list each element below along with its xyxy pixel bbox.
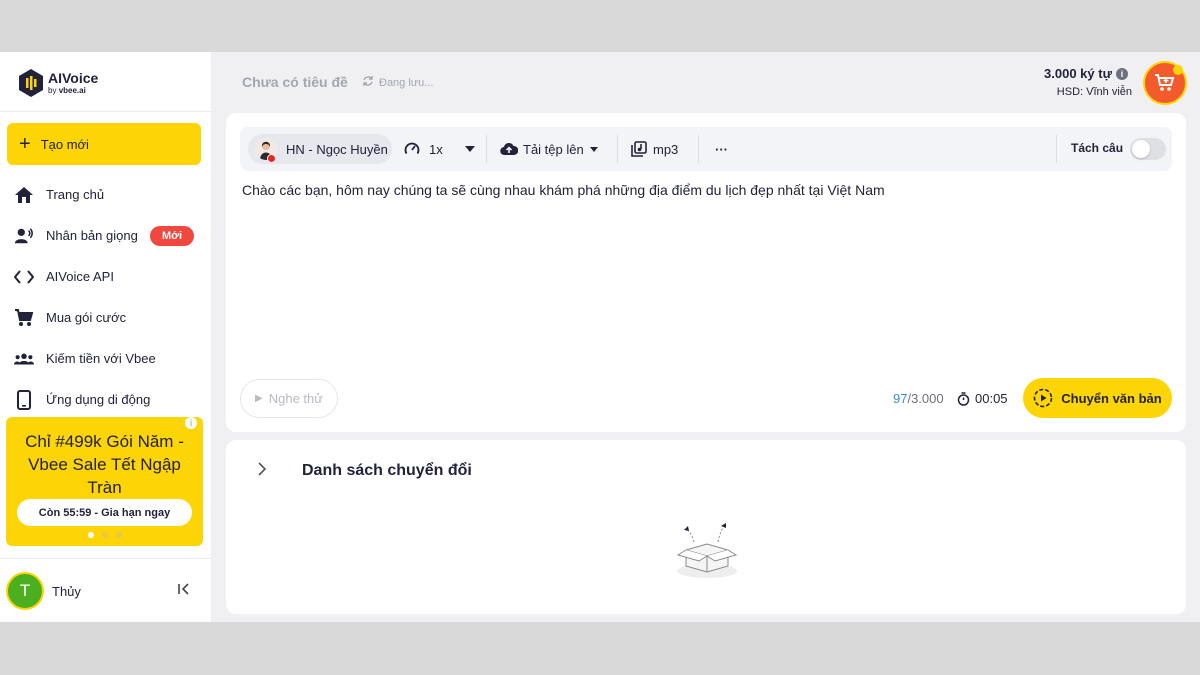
upload-file-button[interactable]: Tải tệp lên [500,134,598,164]
promo-banner[interactable]: i Chỉ #499k Gói Năm - Vbee Sale Tết Ngập… [6,417,203,546]
sidebar: AIVoice by vbee.ai + Tạo mới Trang chủ N… [0,52,212,622]
info-icon[interactable]: i [185,417,197,429]
brand-name: AIVoice [48,69,99,86]
user-name: Thủy [52,583,81,599]
speed-selector[interactable]: 1x [404,134,475,164]
cart-plus-icon [1155,74,1175,91]
sidebar-divider [0,558,212,559]
flag-icon [267,154,276,163]
sidebar-item-earn[interactable]: Kiếm tiền với Vbee [0,338,212,379]
avatar[interactable]: T [6,572,44,610]
sidebar-item-label: Nhân bản giọng [46,228,138,243]
sidebar-item-label: Trang chủ [46,187,105,202]
upload-label: Tải tệp lên [523,141,584,157]
conversion-list-card: Danh sách chuyển đổi [226,440,1186,614]
sidebar-item-buy-plan[interactable]: Mua gói cước [0,297,212,338]
speed-value: 1x [429,141,443,157]
sidebar-divider [0,111,212,112]
phone-icon [14,389,34,410]
promo-text: Chỉ #499k Gói Năm - Vbee Sale Tết Ngập T… [25,432,184,497]
info-icon[interactable]: i [1116,67,1128,80]
conversion-list-title: Danh sách chuyển đổi [302,462,472,479]
convert-text-button[interactable]: Chuyển văn bản [1023,378,1172,418]
sidebar-nav: Trang chủ Nhân bản giọng Mới AIVoice API [0,174,212,420]
brand-logo[interactable]: AIVoice by vbee.ai [18,66,98,100]
buy-cart-button[interactable] [1143,61,1187,105]
create-new-label: Tạo mới [40,136,89,152]
split-sentence-toggle[interactable] [1130,138,1166,160]
sync-icon [362,75,374,90]
editor-card: HN - Ngọc Huyền 1x Tải tệp lên mp3 ··· T… [226,113,1186,432]
more-options-button[interactable]: ··· [715,134,728,164]
sidebar-item-label: AIVoice API [46,269,114,284]
toolbar-divider [486,135,487,163]
sidebar-item-label: Mua gói cước [46,310,127,325]
plus-icon: + [19,133,31,155]
group-icon [14,349,34,369]
voice-clone-icon [14,226,34,246]
carousel-dot[interactable] [115,532,122,538]
cloud-upload-icon [500,142,518,156]
character-counter: 97/3.000 [893,391,944,406]
play-icon: ▶ [255,393,263,404]
chevron-down-icon [589,146,598,152]
carousel-dot[interactable] [101,532,108,538]
empty-box-icon [674,520,740,580]
toolbar-divider [617,135,618,163]
cart-icon [14,308,34,328]
collapse-sidebar-icon[interactable] [176,581,194,601]
toolbar-divider [1056,135,1057,163]
voice-selector[interactable]: HN - Ngọc Huyền [248,134,392,164]
toolbar-divider [698,135,699,163]
audio-file-icon [631,141,647,157]
toggle-knob [1132,140,1150,158]
home-icon [14,185,34,205]
chevron-down-icon[interactable] [464,146,475,152]
carousel-dot[interactable] [87,532,94,538]
sidebar-item-api[interactable]: AIVoice API [0,256,212,297]
text-editor[interactable]: Chào các bạn, hôm nay chúng ta sẽ cùng n… [242,181,1162,199]
format-value: mp3 [653,141,679,157]
stopwatch-icon [957,391,970,406]
saving-status: Đang lưu... [362,75,433,90]
app-window: AIVoice by vbee.ai + Tạo mới Trang chủ N… [0,52,1200,622]
logo-icon [18,68,44,98]
play-circle-icon [1033,388,1053,408]
sidebar-item-mobile-app[interactable]: Ứng dụng di động [0,379,212,420]
sidebar-item-voice-clone[interactable]: Nhân bản giọng Mới [0,215,212,256]
user-profile[interactable]: T Thủy [6,571,206,611]
chevron-right-icon[interactable] [257,462,273,480]
sidebar-item-label: Ứng dụng di động [46,392,151,407]
document-title[interactable]: Chưa có tiêu đề [242,74,348,90]
saving-text: Đang lưu... [379,76,434,89]
carousel-dots [6,532,203,538]
listen-preview-button[interactable]: ▶ Nghe thử [240,379,338,418]
voice-name: HN - Ngọc Huyền [286,141,388,157]
duration-value: 00:05 [975,391,1008,406]
sidebar-item-label: Kiếm tiền với Vbee [46,351,156,366]
create-new-button[interactable]: + Tạo mới [7,123,201,165]
new-badge: Mới [150,226,194,246]
sparkle-icon [1173,65,1183,75]
credits-expiry: HSD: Vĩnh viễn [1056,86,1132,98]
listen-label: Nghe thử [268,391,323,406]
convert-label: Chuyển văn bản [1061,390,1162,406]
speed-icon [404,141,420,157]
credits-info: 3.000 ký tự i HSD: Vĩnh viễn [1044,66,1132,98]
sidebar-item-home[interactable]: Trang chủ [0,174,212,215]
editor-toolbar: HN - Ngọc Huyền 1x Tải tệp lên mp3 ··· T… [240,127,1172,171]
credits-value: 3.000 ký tự [1044,66,1112,81]
more-icon: ··· [715,141,728,157]
code-icon [14,267,34,287]
split-sentence-label: Tách câu [1071,141,1124,155]
promo-renew-button[interactable]: Còn 55:59 - Gia hạn ngay [17,499,192,526]
brand-sub: by vbee.ai [48,85,86,95]
duration-estimate: 00:05 [957,391,1008,406]
format-selector[interactable]: mp3 [631,134,678,164]
